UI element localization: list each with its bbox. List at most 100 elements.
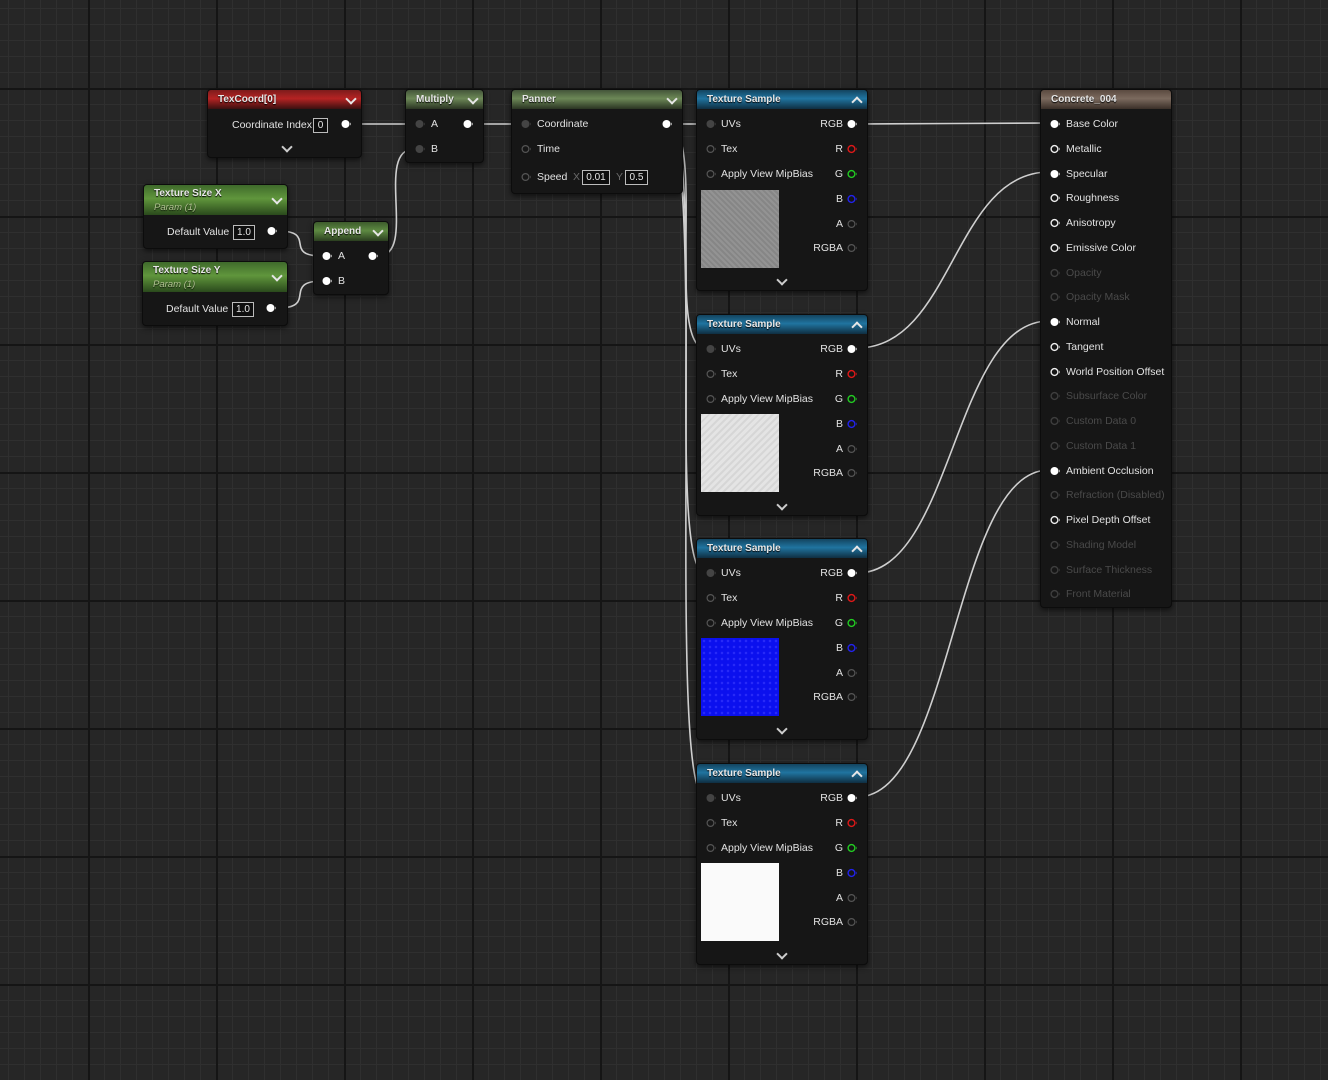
multiply-node[interactable]: Multiply A B bbox=[405, 89, 484, 163]
g-output-pin[interactable] bbox=[847, 618, 857, 628]
rgba-output-pin[interactable] bbox=[847, 917, 857, 927]
append-node[interactable]: Append A B bbox=[313, 221, 389, 295]
uvs-input-pin[interactable] bbox=[706, 793, 716, 803]
texture-size-y-header[interactable]: Texture Size Y Param (1) bbox=[143, 262, 287, 292]
texture-sample-node[interactable]: Texture Sample UVs Tex Apply View MipBia… bbox=[696, 763, 868, 965]
append-b-pin[interactable] bbox=[322, 276, 332, 286]
multiply-b-pin[interactable] bbox=[415, 144, 425, 154]
uvs-input-pin[interactable] bbox=[706, 344, 716, 354]
texture-sample-node[interactable]: Texture Sample UVs Tex Apply View MipBia… bbox=[696, 538, 868, 740]
panner-node[interactable]: Panner Coordinate Time Speed X 0.01 Y 0.… bbox=[511, 89, 683, 194]
texture-size-x-node[interactable]: Texture Size X Param (1) Default Value 1… bbox=[143, 184, 288, 249]
texture-size-y-output-pin[interactable] bbox=[266, 303, 276, 313]
texture-sample-header[interactable]: Texture Sample bbox=[697, 90, 867, 109]
opacity-mask-input-pin[interactable] bbox=[1050, 292, 1060, 302]
mipbias-input-pin[interactable] bbox=[706, 394, 716, 404]
wire-sample3-to-normal[interactable] bbox=[856, 320, 1050, 574]
expand-chevron-icon[interactable] bbox=[776, 274, 788, 286]
roughness-input-pin[interactable] bbox=[1050, 193, 1060, 203]
texture-size-y-node[interactable]: Texture Size Y Param (1) Default Value 1… bbox=[142, 261, 288, 326]
panner-speed-pin[interactable] bbox=[521, 172, 531, 182]
chevron-down-icon[interactable] bbox=[666, 93, 678, 105]
chevron-down-icon[interactable] bbox=[271, 193, 283, 205]
b-output-pin[interactable] bbox=[847, 868, 857, 878]
rgba-output-pin[interactable] bbox=[847, 468, 857, 478]
chevron-up-icon[interactable] bbox=[851, 770, 863, 782]
panner-output-pin[interactable] bbox=[662, 119, 672, 129]
b-output-pin[interactable] bbox=[847, 419, 857, 429]
texcoord-header[interactable]: TexCoord[0] bbox=[208, 90, 361, 109]
chevron-up-icon[interactable] bbox=[851, 545, 863, 557]
uvs-input-pin[interactable] bbox=[706, 119, 716, 129]
append-output-pin[interactable] bbox=[368, 251, 378, 261]
b-output-pin[interactable] bbox=[847, 194, 857, 204]
custom-data-1-input-pin[interactable] bbox=[1050, 441, 1060, 451]
tex-input-pin[interactable] bbox=[706, 593, 716, 603]
texture-sample-header[interactable]: Texture Sample bbox=[697, 315, 867, 334]
rgb-output-pin[interactable] bbox=[847, 568, 857, 578]
a-output-pin[interactable] bbox=[847, 893, 857, 903]
expand-chevron-icon[interactable] bbox=[776, 499, 788, 511]
texture-sample-node[interactable]: Texture Sample UVs Tex Apply View MipBia… bbox=[696, 314, 868, 516]
r-output-pin[interactable] bbox=[847, 593, 857, 603]
specular-input-pin[interactable] bbox=[1050, 169, 1060, 179]
g-output-pin[interactable] bbox=[847, 843, 857, 853]
uvs-input-pin[interactable] bbox=[706, 568, 716, 578]
material-output-node[interactable]: Concrete_004 Base Color Metallic Specular R… bbox=[1040, 89, 1172, 608]
rgb-output-pin[interactable] bbox=[847, 344, 857, 354]
chevron-down-icon[interactable] bbox=[271, 270, 283, 282]
coordinate-index-input[interactable]: 0 bbox=[313, 118, 328, 133]
texcoord-output-pin[interactable] bbox=[341, 119, 351, 129]
a-output-pin[interactable] bbox=[847, 668, 857, 678]
surface-thickness-input-pin[interactable] bbox=[1050, 565, 1060, 575]
g-output-pin[interactable] bbox=[847, 394, 857, 404]
expand-chevron-icon[interactable] bbox=[776, 723, 788, 735]
texture-size-x-output-pin[interactable] bbox=[267, 226, 277, 236]
r-output-pin[interactable] bbox=[847, 818, 857, 828]
texture-sample-node[interactable]: Texture Sample UVs Tex Apply View MipBia… bbox=[696, 89, 868, 291]
ambient-occlusion-input-pin[interactable] bbox=[1050, 466, 1060, 476]
opacity-input-pin[interactable] bbox=[1050, 268, 1060, 278]
panner-coordinate-pin[interactable] bbox=[521, 119, 531, 129]
pixel-depth-offset-input-pin[interactable] bbox=[1050, 515, 1060, 525]
shading-model-input-pin[interactable] bbox=[1050, 540, 1060, 550]
emissive-color-input-pin[interactable] bbox=[1050, 243, 1060, 253]
texture-sample-header[interactable]: Texture Sample bbox=[697, 764, 867, 783]
tangent-input-pin[interactable] bbox=[1050, 342, 1060, 352]
tex-input-pin[interactable] bbox=[706, 818, 716, 828]
world-position-offset-input-pin[interactable] bbox=[1050, 367, 1060, 377]
multiply-output-pin[interactable] bbox=[463, 119, 473, 129]
refraction-disabled-input-pin[interactable] bbox=[1050, 490, 1060, 500]
mipbias-input-pin[interactable] bbox=[706, 618, 716, 628]
append-header[interactable]: Append bbox=[314, 222, 388, 241]
normal-input-pin[interactable] bbox=[1050, 317, 1060, 327]
tex-input-pin[interactable] bbox=[706, 144, 716, 154]
wire-sample4-to-ambient-occlusion[interactable] bbox=[856, 469, 1050, 798]
texcoord-node[interactable]: TexCoord[0] Coordinate Index 0 bbox=[207, 89, 362, 158]
metallic-input-pin[interactable] bbox=[1050, 144, 1060, 154]
texture-size-y-default-input[interactable]: 1.0 bbox=[232, 302, 254, 317]
anisotropy-input-pin[interactable] bbox=[1050, 218, 1060, 228]
panner-header[interactable]: Panner bbox=[512, 90, 682, 109]
texture-size-x-header[interactable]: Texture Size X Param (1) bbox=[144, 185, 287, 215]
rgba-output-pin[interactable] bbox=[847, 243, 857, 253]
mipbias-input-pin[interactable] bbox=[706, 843, 716, 853]
custom-data-0-input-pin[interactable] bbox=[1050, 416, 1060, 426]
base-color-input-pin[interactable] bbox=[1050, 119, 1060, 129]
front-material-input-pin[interactable] bbox=[1050, 589, 1060, 599]
chevron-down-icon[interactable] bbox=[345, 93, 357, 105]
chevron-down-icon[interactable] bbox=[372, 225, 384, 237]
chevron-up-icon[interactable] bbox=[851, 96, 863, 108]
multiply-a-pin[interactable] bbox=[415, 119, 425, 129]
expand-chevron-icon[interactable] bbox=[281, 141, 293, 153]
texture-size-x-default-input[interactable]: 1.0 bbox=[233, 225, 255, 240]
subsurface-color-input-pin[interactable] bbox=[1050, 391, 1060, 401]
chevron-up-icon[interactable] bbox=[851, 321, 863, 333]
tex-input-pin[interactable] bbox=[706, 369, 716, 379]
multiply-header[interactable]: Multiply bbox=[406, 90, 483, 109]
wire-sample2-to-specular[interactable] bbox=[856, 171, 1050, 349]
r-output-pin[interactable] bbox=[847, 144, 857, 154]
expand-chevron-icon[interactable] bbox=[776, 948, 788, 960]
g-output-pin[interactable] bbox=[847, 169, 857, 179]
rgb-output-pin[interactable] bbox=[847, 119, 857, 129]
